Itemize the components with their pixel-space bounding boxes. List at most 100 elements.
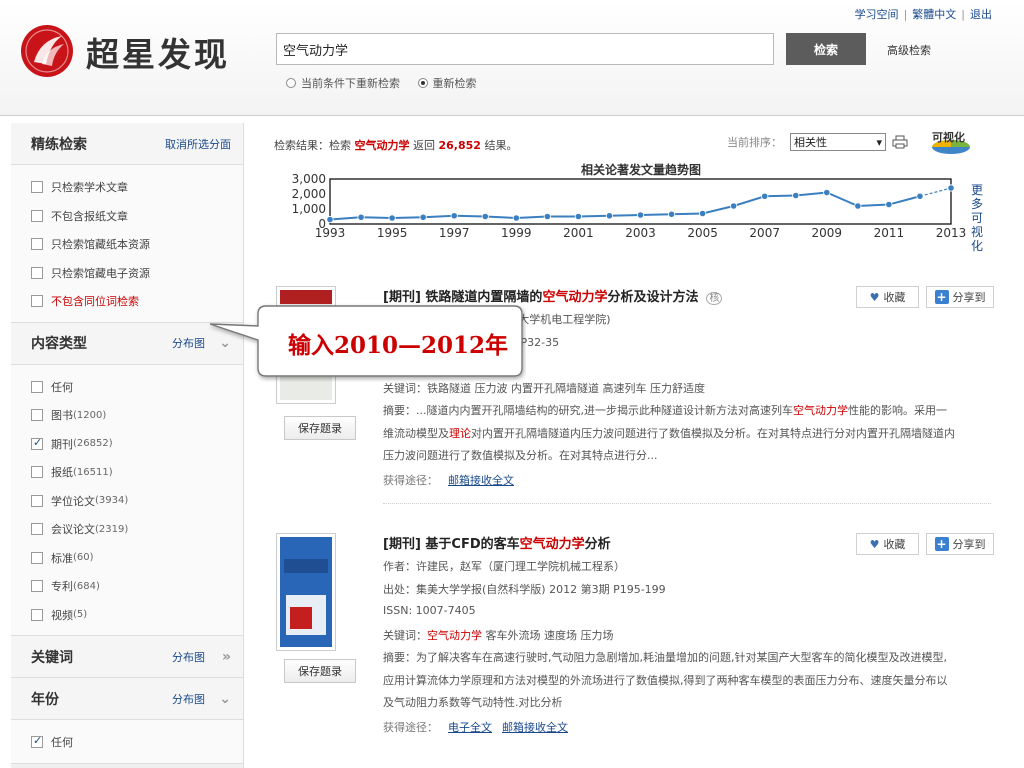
data-point[interactable] xyxy=(636,211,645,219)
data-point[interactable] xyxy=(854,202,862,210)
save-citation-button[interactable]: 保存题录 xyxy=(284,416,356,440)
x-tick-label: 2001 xyxy=(563,226,594,240)
data-point[interactable] xyxy=(885,200,893,209)
refine-option-1[interactable]: 不包含报纸文章 xyxy=(31,202,243,231)
record-access: 获得途径： 电子全文 邮箱接收全文 xyxy=(383,719,568,735)
access-link[interactable]: 电子全文 xyxy=(448,721,492,734)
data-point[interactable] xyxy=(512,214,520,222)
checkbox-icon[interactable] xyxy=(31,209,43,222)
content-type-option-2[interactable]: 期刊(26852) xyxy=(31,430,243,459)
checkbox-icon[interactable] xyxy=(31,551,43,564)
access-label: 获得途径： xyxy=(383,721,438,734)
visualization-button[interactable]: 可视化 xyxy=(930,127,972,155)
more-visualization-link[interactable]: 更多可视化 xyxy=(971,183,985,253)
checkbox-icon[interactable] xyxy=(31,494,43,507)
clear-facets-link[interactable]: 取消所选分面 xyxy=(165,136,231,152)
refine-option-3[interactable]: 只检索馆藏电子资源 xyxy=(31,259,243,288)
advanced-search-link[interactable]: 高级检索 xyxy=(887,42,931,58)
data-point[interactable] xyxy=(792,191,800,200)
search-input[interactable] xyxy=(276,33,774,65)
facet-label: 只检索馆藏电子资源 xyxy=(51,266,150,280)
search-button[interactable]: 检索 xyxy=(786,33,866,65)
content-type-chart-link[interactable]: 分布图 xyxy=(172,335,205,351)
data-point[interactable] xyxy=(823,188,831,197)
data-point[interactable] xyxy=(761,192,769,200)
checkbox-icon[interactable] xyxy=(31,466,43,479)
data-point[interactable] xyxy=(543,212,551,221)
facet-count: (1200) xyxy=(73,409,107,421)
content-type-option-3[interactable]: 报纸 (16511) xyxy=(31,458,243,487)
year-chart-link[interactable]: 分布图 xyxy=(172,691,205,707)
year-header: 年份 分布图 ⌄ xyxy=(11,678,243,720)
refine-option-2[interactable]: 只检索馆藏纸本资源 xyxy=(31,230,243,259)
checkbox-icon[interactable] xyxy=(31,295,43,308)
year-option-0[interactable]: 任何 xyxy=(31,728,243,757)
year-title: 年份 xyxy=(31,691,59,708)
year-list: 任何 xyxy=(11,720,243,764)
content-type-option-6[interactable]: 标准 (60) xyxy=(31,544,243,573)
refine-option-0[interactable]: 只检索学术文章 xyxy=(31,173,243,202)
content-type-option-5[interactable]: 会议论文 (2319) xyxy=(31,515,243,544)
link-traditional-chinese[interactable]: 繁體中文 xyxy=(912,8,956,21)
facet-count: (60) xyxy=(73,552,94,564)
checkbox-icon[interactable] xyxy=(31,580,43,593)
facet-label: 任何 xyxy=(51,736,73,750)
header: 学习空间|繁體中文|退出 超星发现 检索 高级检索 当前条件下重新检索 重新检索 xyxy=(0,0,1024,116)
checkbox-checked-icon[interactable] xyxy=(31,734,43,749)
radio-search-within[interactable]: 当前条件下重新检索 xyxy=(286,75,400,91)
collapse-chevron-icon[interactable]: ⌄ xyxy=(205,691,231,707)
data-point[interactable] xyxy=(326,215,334,224)
checkbox-icon[interactable] xyxy=(31,266,43,279)
data-point[interactable] xyxy=(916,192,924,200)
checkbox-icon[interactable] xyxy=(31,181,43,194)
favorite-button[interactable]: ♥ 收藏 xyxy=(856,533,919,555)
journal-cover[interactable] xyxy=(276,533,336,651)
save-citation-button[interactable]: 保存题录 xyxy=(284,659,356,683)
favorite-button[interactable]: ♥ 收藏 xyxy=(856,286,919,308)
data-point[interactable] xyxy=(947,184,955,192)
content-type-option-7[interactable]: 专利 (684) xyxy=(31,572,243,601)
content-type-option-1[interactable]: 图书 (1200) xyxy=(31,401,243,430)
content-type-option-8[interactable]: 视频 (5) xyxy=(31,601,243,630)
checkbox-icon[interactable] xyxy=(31,380,43,393)
checkbox-icon[interactable] xyxy=(31,409,43,422)
keywords-chart-link[interactable]: 分布图 xyxy=(172,649,205,665)
visualization-label: 可视化 xyxy=(932,131,965,144)
checkbox-icon[interactable] xyxy=(31,238,43,251)
data-point[interactable] xyxy=(450,212,458,220)
results-area: 检索结果：检索 空气动力学 返回 26,852 结果。 当前排序： 相关性 ▾ … xyxy=(274,123,994,768)
print-icon[interactable] xyxy=(892,135,908,149)
access-link[interactable]: 邮箱接收全文 xyxy=(448,474,514,487)
data-point[interactable] xyxy=(388,214,396,222)
data-point[interactable] xyxy=(481,212,489,221)
data-point[interactable] xyxy=(605,212,614,220)
data-point[interactable] xyxy=(357,213,365,221)
summary-prefix: 检索结果：检索 xyxy=(274,139,351,152)
facet-count: (3934) xyxy=(95,495,129,507)
data-point[interactable] xyxy=(730,202,738,210)
logo[interactable]: 超星发现 xyxy=(20,24,270,77)
access-link[interactable]: 邮箱接收全文 xyxy=(502,721,568,734)
data-point[interactable] xyxy=(698,209,707,218)
checkbox-icon[interactable] xyxy=(31,523,43,536)
data-point[interactable] xyxy=(574,212,582,221)
data-point[interactable] xyxy=(667,210,676,218)
expand-chevron-icon[interactable]: » xyxy=(205,649,231,665)
record-title[interactable]: [期刊] 基于CFD的客车空气动力学分析 xyxy=(383,533,611,552)
checkbox-checked-icon[interactable] xyxy=(31,436,43,450)
summary-mid: 返回 xyxy=(413,139,435,152)
radio-new-search[interactable]: 重新检索 xyxy=(417,75,477,91)
sort-select[interactable]: 相关性 ▾ xyxy=(790,133,886,151)
title-text: 分析及设计方法 xyxy=(607,290,699,305)
link-logout[interactable]: 退出 xyxy=(970,8,992,21)
content-type-option-4[interactable]: 学位论文 (3934) xyxy=(31,487,243,516)
logo-text: 超星发现 xyxy=(86,35,230,74)
data-point[interactable] xyxy=(419,213,427,221)
x-tick-label: 2007 xyxy=(749,226,780,240)
share-button[interactable]: + 分享到 xyxy=(926,286,994,308)
checkbox-icon[interactable] xyxy=(31,608,43,621)
facet-count: (16511) xyxy=(73,466,113,478)
link-study-space[interactable]: 学习空间 xyxy=(855,8,899,21)
share-button[interactable]: + 分享到 xyxy=(926,533,994,555)
content-type-title: 内容类型 xyxy=(31,336,87,352)
